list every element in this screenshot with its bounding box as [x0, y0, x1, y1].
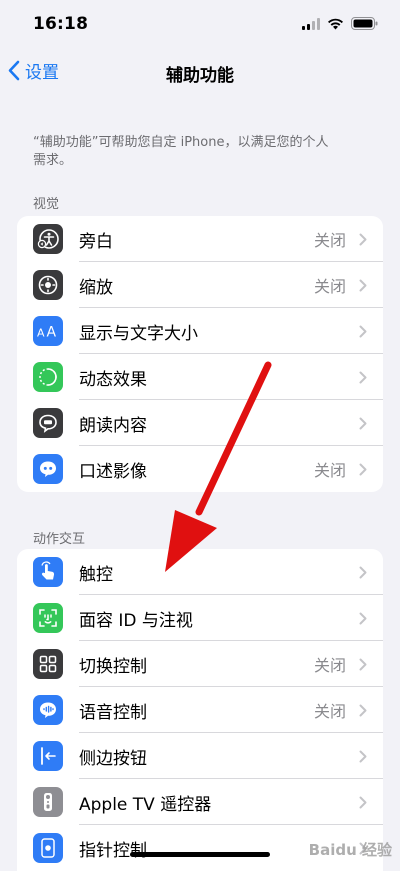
row-apple-tv-remote-label: Apple TV 遥控器	[79, 794, 212, 815]
chevron-right-icon	[359, 658, 367, 671]
row-voiceover-value: 关闭	[313, 231, 346, 250]
navigation-bar: 设置 辅助功能	[0, 50, 400, 94]
row-motion-label: 动态效果	[79, 369, 147, 390]
home-indicator[interactable]	[130, 852, 270, 857]
row-spoken-content-label: 朗读内容	[79, 415, 147, 436]
touch-icon	[33, 557, 63, 587]
face-id-icon	[33, 603, 63, 633]
row-audio-description-label: 口述影像	[79, 461, 147, 482]
row-motion[interactable]: 动态效果	[17, 354, 383, 400]
row-touch[interactable]: 触控	[17, 549, 383, 595]
page-title: 辅助功能	[166, 66, 234, 86]
status-bar: 16:18	[0, 0, 400, 46]
wifi-icon	[328, 18, 343, 29]
switch-control-icon	[33, 649, 63, 679]
status-time: 16:18	[33, 14, 89, 34]
row-voice-control-value: 关闭	[313, 702, 346, 721]
row-zoom[interactable]: 缩放 关闭	[17, 262, 383, 308]
section-header-vision: 视觉	[33, 197, 60, 212]
row-apple-tv-remote[interactable]: Apple TV 遥控器	[17, 779, 383, 825]
chevron-right-icon	[359, 612, 367, 625]
row-display-text-size[interactable]: A A 显示与文字大小	[17, 308, 383, 354]
svg-text:A: A	[37, 327, 45, 340]
status-icons	[302, 17, 378, 30]
section-header-interaction: 动作交互	[33, 532, 86, 547]
chevron-right-icon	[359, 463, 367, 476]
row-voice-control[interactable]: 语音控制 关闭	[17, 687, 383, 733]
row-audio-description[interactable]: 口述影像 关闭	[17, 446, 383, 492]
svg-text:A: A	[47, 325, 57, 341]
row-face-id-attention[interactable]: 面容 ID 与注视	[17, 595, 383, 641]
side-button-icon	[33, 741, 63, 771]
row-zoom-label: 缩放	[79, 277, 113, 298]
row-switch-control-value: 关闭	[313, 656, 346, 675]
settings-group-interaction: 触控 面容 ID 与注视 切换控制 关闭 语音控制 关闭 侧边按钮 Apple …	[17, 549, 383, 871]
chevron-right-icon	[359, 279, 367, 292]
text-size-icon: A A	[33, 316, 63, 346]
row-voiceover[interactable]: 旁白 关闭	[17, 216, 383, 262]
chevron-right-icon	[359, 325, 367, 338]
row-side-button[interactable]: 侧边按钮	[17, 733, 383, 779]
apple-tv-remote-icon	[33, 787, 63, 817]
settings-group-vision: 旁白 关闭 缩放 关闭 A A 显示与文字大小 动态效果 朗读内容 口述影像 关…	[17, 216, 383, 492]
voice-control-icon	[33, 695, 63, 725]
row-side-button-label: 侧边按钮	[79, 748, 147, 769]
row-display-text-size-label: 显示与文字大小	[79, 323, 198, 344]
chevron-right-icon	[359, 233, 367, 246]
row-voice-control-label: 语音控制	[79, 702, 147, 723]
pointer-control-icon	[33, 833, 63, 863]
row-touch-label: 触控	[79, 564, 113, 585]
row-voiceover-label: 旁白	[79, 231, 113, 252]
cellular-signal-icon	[302, 17, 320, 30]
zoom-icon	[33, 270, 63, 300]
row-switch-control[interactable]: 切换控制 关闭	[17, 641, 383, 687]
watermark: Baidu 经验	[308, 841, 392, 859]
chevron-right-icon	[359, 750, 367, 763]
chevron-right-icon	[359, 417, 367, 430]
voiceover-icon	[33, 224, 63, 254]
chevron-right-icon	[359, 796, 367, 809]
intro-description: “辅助功能”可帮助您自定 iPhone，以满足您的个人需求。	[33, 135, 329, 168]
row-spoken-content[interactable]: 朗读内容	[17, 400, 383, 446]
spoken-content-icon	[33, 408, 63, 438]
chevron-right-icon	[359, 704, 367, 717]
row-zoom-value: 关闭	[313, 277, 346, 296]
audio-description-icon	[33, 454, 63, 484]
battery-icon	[351, 17, 378, 30]
row-audio-description-value: 关闭	[313, 461, 346, 480]
row-switch-control-label: 切换控制	[79, 656, 147, 677]
motion-icon	[33, 362, 63, 392]
chevron-right-icon	[359, 371, 367, 384]
row-face-id-attention-label: 面容 ID 与注视	[79, 610, 193, 631]
chevron-right-icon	[359, 566, 367, 579]
